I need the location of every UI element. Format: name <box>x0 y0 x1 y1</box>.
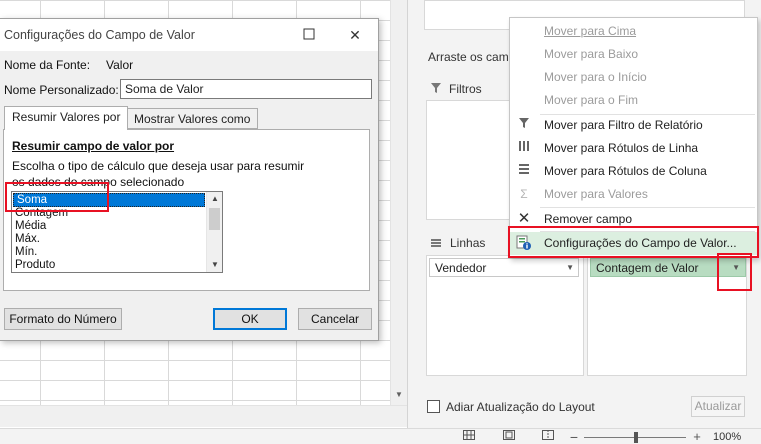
section-title: Resumir campo de valor por <box>12 139 175 153</box>
help-icon[interactable] <box>295 24 323 46</box>
menu-item-remove-field[interactable]: ✕ Remover campo <box>510 208 757 231</box>
value-field-contagem[interactable]: Contagem de Valor ▼ <box>590 258 746 277</box>
dialog-title: Configurações do Campo de Valor <box>4 28 195 42</box>
page-layout-view-icon[interactable] <box>501 430 517 444</box>
update-button[interactable]: Atualizar <box>691 396 745 417</box>
menu-item-move-to-report-filter[interactable]: Mover para Filtro de Relatório <box>510 114 757 137</box>
menu-item-label: Mover para Baixo <box>544 47 639 61</box>
close-icon[interactable]: ✕ <box>341 24 369 46</box>
menu-item-label: Mover para o Fim <box>544 93 639 107</box>
menu-item-label: Mover para Rótulos de Linha <box>544 141 699 155</box>
menu-item-label: Mover para o Início <box>544 70 647 84</box>
list-scrollbar[interactable]: ▲ ▼ <box>206 192 222 272</box>
row-field-label: Vendedor <box>435 261 487 275</box>
dialog-titlebar: Configurações do Campo de Valor ✕ <box>0 19 378 51</box>
remove-icon: ✕ <box>517 210 531 227</box>
value-field-settings-dialog: Configurações do Campo de Valor ✕ Nome d… <box>0 18 379 341</box>
description-line-2: os dados do campo selecionado <box>12 175 185 189</box>
values-drop-area[interactable]: Contagem de Valor ▼ <box>587 255 747 376</box>
number-format-button[interactable]: Formato do Número <box>4 308 122 330</box>
menu-item-label: Mover para Valores <box>544 187 648 201</box>
tab-summarize-values[interactable]: Resumir Valores por <box>4 106 129 130</box>
list-item-media[interactable]: Média <box>12 220 222 233</box>
zoom-out-icon[interactable]: − <box>566 430 582 444</box>
cancel-button[interactable]: Cancelar <box>298 308 372 330</box>
description-line-1: Escolha o tipo de cálculo que deseja usa… <box>12 159 305 173</box>
menu-item-move-to-values[interactable]: Σ Mover para Valores <box>510 183 757 206</box>
list-item-max[interactable]: Máx. <box>12 233 222 246</box>
menu-item-move-to-end[interactable]: Mover para o Fim <box>510 89 757 112</box>
field-context-menu: Mover para Cima Mover para Baixo Mover p… <box>509 17 758 258</box>
menu-item-label: Mover para Rótulos de Coluna <box>544 164 707 178</box>
scroll-down-arrow-icon[interactable]: ▼ <box>207 258 222 272</box>
field-settings-icon <box>515 235 533 251</box>
ok-button[interactable]: OK <box>213 308 287 330</box>
zoom-slider-thumb[interactable] <box>634 432 638 443</box>
custom-name-label: Nome Personalizado: <box>4 83 119 97</box>
drag-fields-label: Arraste os camp <box>428 50 516 64</box>
rows-icon <box>515 140 533 156</box>
menu-item-label: Mover para Filtro de Relatório <box>544 118 703 132</box>
worksheet-horizontal-bar <box>0 405 407 427</box>
filters-area-label: Filtros <box>449 82 482 96</box>
defer-update-label: Adiar Atualização do Layout <box>446 400 595 414</box>
menu-item-move-up[interactable]: Mover para Cima <box>510 20 757 43</box>
number-format-label: Formato do Número <box>9 312 117 326</box>
normal-view-icon[interactable] <box>461 430 477 444</box>
menu-item-value-field-settings[interactable]: Configurações do Campo de Valor... <box>510 232 757 255</box>
menu-item-move-to-column-labels[interactable]: Mover para Rótulos de Coluna <box>510 160 757 183</box>
chevron-down-icon[interactable]: ▼ <box>566 259 574 276</box>
filter-area-icon <box>430 82 442 97</box>
list-item-soma[interactable]: Soma <box>13 193 205 207</box>
status-bar: − + 100% <box>0 428 761 444</box>
defer-update-checkbox[interactable] <box>427 400 440 413</box>
page-break-view-icon[interactable] <box>540 430 556 444</box>
list-item-contagem[interactable]: Contagem <box>12 207 222 220</box>
list-item-produto[interactable]: Produto <box>12 259 222 272</box>
worksheet-vertical-scrollbar[interactable]: ▼ <box>390 0 407 405</box>
chevron-down-icon[interactable]: ▼ <box>732 259 740 276</box>
scroll-down-arrow-icon[interactable]: ▼ <box>391 386 407 403</box>
tab-show-values-as[interactable]: Mostrar Valores como <box>126 108 259 129</box>
sigma-icon: Σ <box>520 187 528 201</box>
list-scroll-thumb[interactable] <box>209 208 220 230</box>
zoom-level[interactable]: 100% <box>713 431 741 443</box>
rows-area-label: Linhas <box>450 236 486 250</box>
source-name-value: Valor <box>106 58 134 72</box>
menu-item-move-to-row-labels[interactable]: Mover para Rótulos de Linha <box>510 137 757 160</box>
menu-item-move-to-start[interactable]: Mover para o Início <box>510 66 757 89</box>
list-item-min[interactable]: Mín. <box>12 246 222 259</box>
value-field-label: Contagem de Valor <box>596 261 699 275</box>
menu-item-move-down[interactable]: Mover para Baixo <box>510 43 757 66</box>
scroll-up-arrow-icon[interactable]: ▲ <box>207 192 222 206</box>
menu-item-label: Configurações do Campo de Valor... <box>544 236 737 250</box>
zoom-in-icon[interactable]: + <box>689 430 705 444</box>
rows-area-icon <box>430 237 442 252</box>
menu-item-label: Remover campo <box>544 212 633 226</box>
menu-item-label: Mover para Cima <box>544 24 637 38</box>
custom-name-input[interactable]: Soma de Valor <box>120 79 372 99</box>
summarize-function-list[interactable]: Soma Contagem Média Máx. Mín. Produto ▲ … <box>11 191 223 273</box>
rows-drop-area[interactable]: Vendedor ▼ <box>426 255 584 376</box>
row-field-vendedor[interactable]: Vendedor ▼ <box>429 258 579 277</box>
filter-icon <box>515 117 533 133</box>
source-name-label: Nome da Fonte: <box>4 58 91 72</box>
columns-icon <box>515 163 533 179</box>
